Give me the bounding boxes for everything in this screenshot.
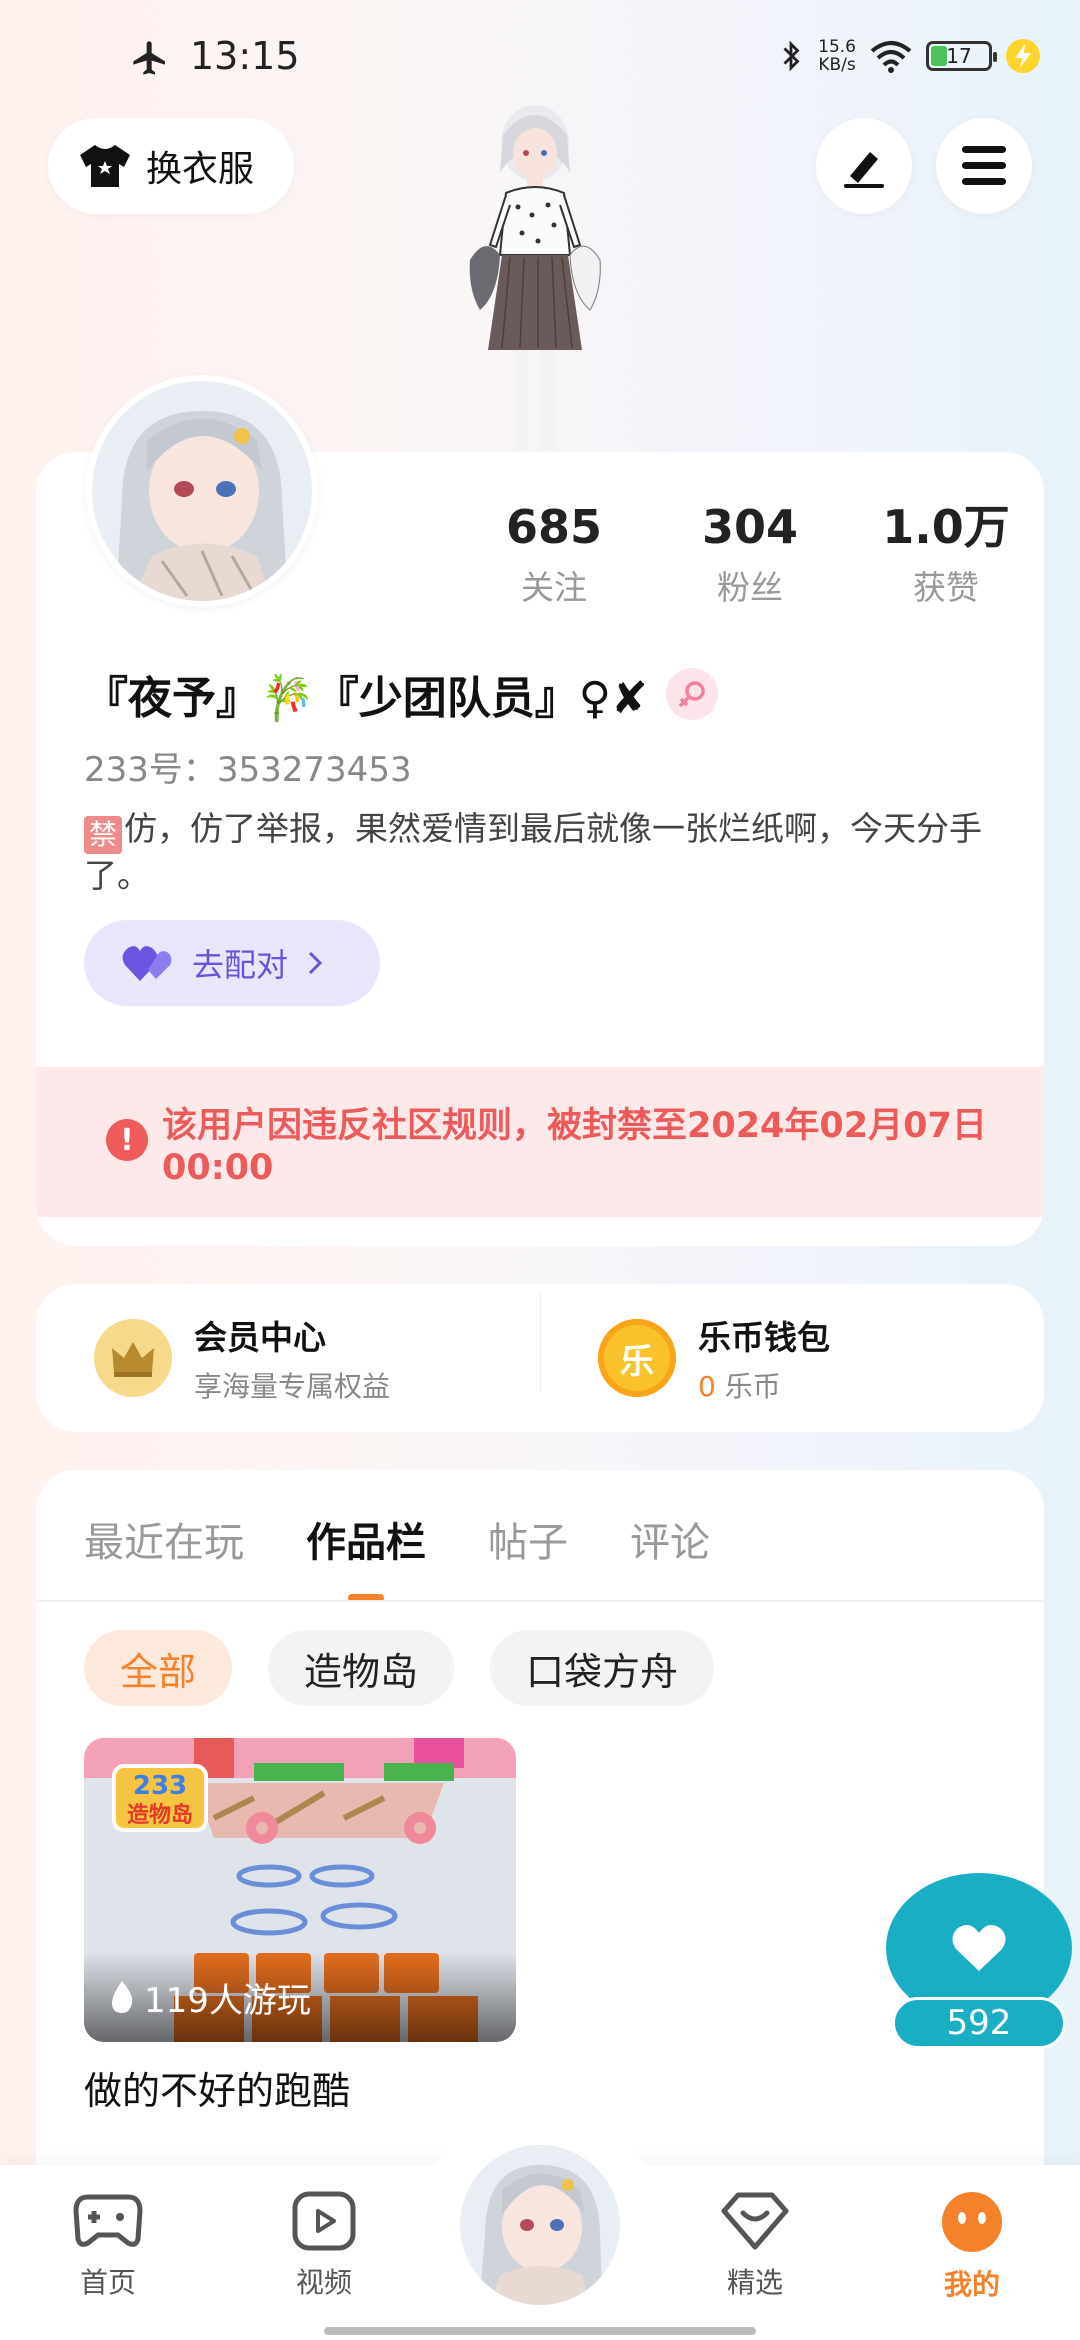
bio: 禁仿，仿了举报，果然爱情到最后就像一张烂纸啊，今天分手了。 <box>84 807 1014 898</box>
floating-like-button[interactable]: 592 <box>886 1873 1072 2049</box>
content-tabs: 最近在玩 作品栏 帖子 评论 <box>84 1510 710 1568</box>
ban-notice: ! 该用户因违反社区规则，被封禁至2024年02月07日 00:00 <box>36 1067 1044 1217</box>
nav-video[interactable]: 视频 <box>254 2191 394 2301</box>
heart-icon <box>952 1924 1006 1971</box>
lecoin-balance: 0 乐币 <box>698 1370 781 1403</box>
pencil-icon <box>844 152 884 188</box>
bottom-nav: 首页 视频 精选 我的 <box>0 2125 1080 2340</box>
nickname: 『夜予』🎋『少团队员』♀✘ <box>84 673 648 724</box>
banned-tag: 禁 <box>84 816 122 854</box>
shirt-icon <box>80 145 130 187</box>
avatar-character[interactable] <box>410 95 660 455</box>
hamburger-menu-icon <box>962 146 1006 185</box>
alert-icon: ! <box>106 1119 148 1161</box>
nav-mine-label: 我的 <box>943 2268 1000 2301</box>
flame-icon <box>112 1981 133 2013</box>
member-center-sub: 享海量专属权益 <box>194 1370 391 1403</box>
network-speed: 15.6 KB/s <box>818 37 856 75</box>
game-card[interactable]: 233 造物岛 119人游玩 <box>84 1738 516 2042</box>
nav-avatar-image <box>460 2145 620 2305</box>
stat-following[interactable]: 685 关注 <box>456 497 652 609</box>
likes-label: 获赞 <box>913 568 979 607</box>
lecoin-wallet-title: 乐币钱包 <box>698 1318 830 1357</box>
gamepad-icon <box>73 2194 143 2247</box>
profile-stats: 685 关注 304 粉丝 1.0万 获赞 <box>456 497 1044 609</box>
profile-face-icon <box>942 2192 1002 2252</box>
avatar-image <box>92 381 312 601</box>
change-outfit-label: 换衣服 <box>146 149 255 190</box>
game-plays-overlay: 119人游玩 <box>84 1952 516 2042</box>
profile-avatar[interactable] <box>86 375 318 607</box>
tab-works[interactable]: 作品栏 <box>306 1510 426 1568</box>
nav-home[interactable]: 首页 <box>38 2191 178 2301</box>
tab-recently-played[interactable]: 最近在玩 <box>84 1510 244 1568</box>
airplane-mode-icon <box>133 41 165 75</box>
lecoin-wallet-entry[interactable]: 乐 乐币钱包 0 乐币 <box>540 1291 1044 1405</box>
stat-likes[interactable]: 1.0万 获赞 <box>848 497 1044 609</box>
gender-badge-icon <box>665 668 718 720</box>
member-center-entry[interactable]: 会员中心 享海量专属权益 <box>36 1311 540 1405</box>
bio-text: 仿，仿了举报，果然爱情到最后就像一张烂纸啊，今天分手了。 <box>84 809 982 895</box>
charging-icon <box>1006 39 1040 73</box>
following-count: 685 <box>505 500 603 554</box>
chevron-right-icon <box>308 951 323 975</box>
edit-profile-button[interactable] <box>816 118 912 214</box>
battery-indicator: 17 <box>926 41 997 71</box>
ban-notice-text: 该用户因违反社区规则，被封禁至2024年02月07日 00:00 <box>162 1106 987 1188</box>
chip-creation-island[interactable]: 造物岛 <box>268 1630 455 1706</box>
match-label: 去配对 <box>192 946 289 984</box>
nav-mine[interactable]: 我的 <box>902 2191 1042 2303</box>
member-center-title: 会员中心 <box>194 1318 326 1357</box>
featured-icon <box>721 2192 789 2250</box>
nav-home-label: 首页 <box>79 2266 136 2299</box>
tab-divider <box>36 1600 1044 1602</box>
status-time: 13:15 <box>190 34 300 78</box>
wifi-icon <box>870 41 912 73</box>
double-heart-icon <box>122 946 172 981</box>
change-outfit-button[interactable]: 换衣服 <box>48 118 294 214</box>
followers-count: 304 <box>701 500 799 554</box>
nav-featured-label: 精选 <box>726 2266 783 2299</box>
filter-chips: 全部 造物岛 口袋方舟 <box>84 1630 715 1706</box>
video-icon <box>292 2191 356 2251</box>
match-button[interactable]: 去配对 <box>84 920 380 1006</box>
tab-posts[interactable]: 帖子 <box>488 1510 568 1568</box>
user-id: 233号：353273453 <box>84 750 412 790</box>
services-card: 会员中心 享海量专属权益 乐 乐币钱包 0 乐币 <box>36 1284 1044 1432</box>
floating-like-count: 592 <box>892 1997 1066 2049</box>
game-title[interactable]: 做的不好的跑酷 <box>84 2060 350 2115</box>
following-label: 关注 <box>521 568 587 607</box>
lecoin-icon: 乐 <box>598 1319 676 1397</box>
likes-count: 1.0万 <box>882 500 1010 554</box>
followers-label: 粉丝 <box>717 568 783 607</box>
crown-icon <box>94 1319 172 1397</box>
nav-featured[interactable]: 精选 <box>685 2191 825 2301</box>
stat-followers[interactable]: 304 粉丝 <box>652 497 848 609</box>
svg-text:造物岛: 造物岛 <box>127 1802 193 1828</box>
home-indicator[interactable] <box>324 2327 756 2335</box>
menu-button[interactable] <box>936 118 1032 214</box>
bluetooth-icon <box>783 40 800 72</box>
chip-pocket-ark[interactable]: 口袋方舟 <box>490 1630 715 1706</box>
nav-center-avatar[interactable] <box>456 2141 624 2309</box>
tab-comments[interactable]: 评论 <box>630 1510 710 1568</box>
svg-text:233: 233 <box>133 1771 187 1801</box>
nickname-row: 『夜予』🎋『少团队员』♀✘ <box>84 662 718 726</box>
chip-all[interactable]: 全部 <box>84 1630 233 1706</box>
game-plays: 119人游玩 <box>144 1980 311 2021</box>
nav-video-label: 视频 <box>295 2266 352 2299</box>
